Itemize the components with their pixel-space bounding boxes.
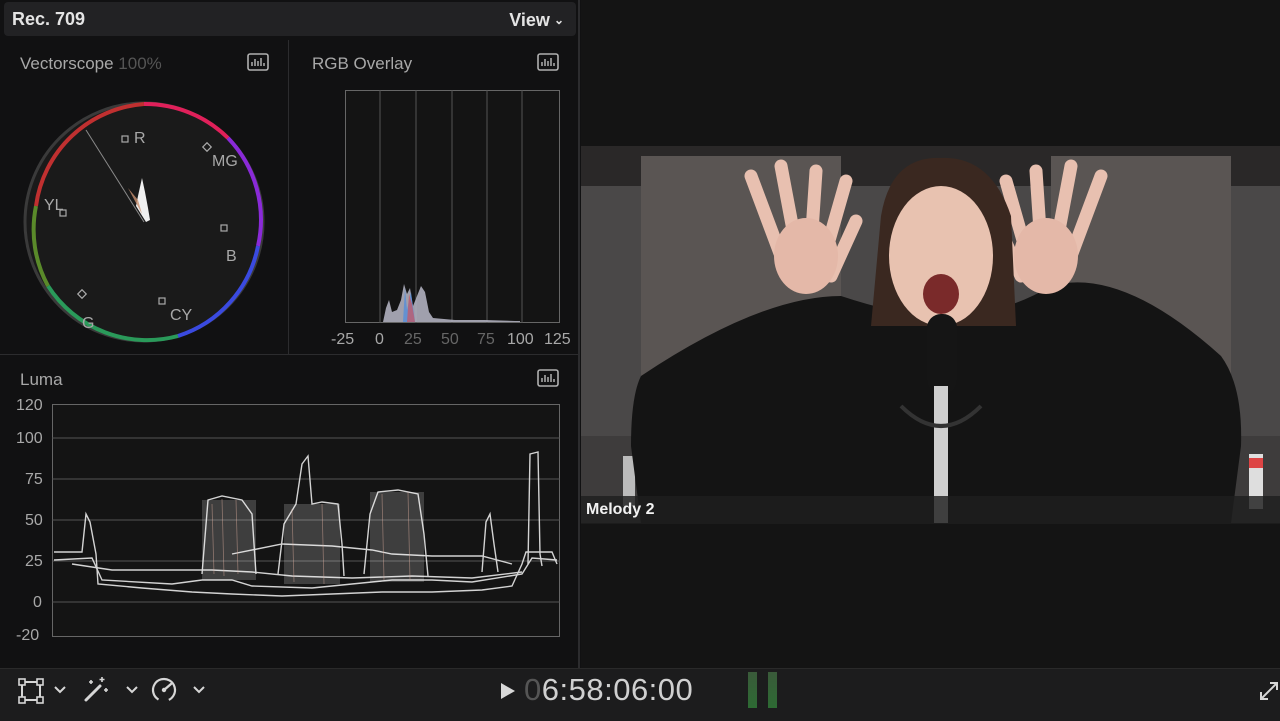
luma-y-tick: 100 — [16, 430, 43, 447]
magic-wand-icon[interactable] — [82, 674, 112, 704]
rgb-x-tick: 125 — [544, 331, 571, 348]
luma-y-tick: 25 — [25, 553, 43, 570]
chevron-down-icon[interactable] — [125, 684, 139, 696]
fullscreen-icon[interactable] — [1258, 680, 1280, 702]
luma-waveform — [52, 404, 560, 637]
vectorscope-target-g: G — [82, 315, 95, 332]
rgb-x-tick: 50 — [441, 331, 459, 348]
view-menu-button[interactable]: View ⌄ — [509, 10, 564, 31]
audio-meter-left — [748, 672, 757, 708]
chevron-down-icon[interactable] — [53, 684, 67, 696]
audio-meter-right — [768, 672, 777, 708]
crop-transform-icon[interactable] — [18, 678, 44, 704]
scope-divider-horizontal — [0, 354, 578, 355]
scope-divider — [288, 40, 289, 354]
vectorscope-target-cy: CY — [170, 307, 193, 324]
rgb-x-tick: 75 — [477, 331, 495, 348]
vectorscope-target-mg: MG — [212, 153, 238, 170]
rgb-x-tick: 0 — [375, 331, 384, 348]
luma-y-tick: 0 — [33, 594, 42, 611]
view-menu-label: View — [509, 10, 550, 30]
rgb-x-tick: 100 — [507, 331, 534, 348]
vectorscope-target-r: R — [134, 130, 146, 147]
luma-y-tick: 50 — [25, 512, 43, 529]
chevron-down-icon[interactable] — [192, 684, 206, 696]
rgb-x-tick: 25 — [404, 331, 422, 348]
play-icon[interactable] — [498, 680, 518, 702]
scope-settings-icon[interactable] — [537, 369, 559, 387]
luma-y-tick: -20 — [16, 627, 40, 644]
rgb-x-tick: -25 — [331, 331, 355, 348]
video-frame[interactable] — [581, 146, 1280, 523]
vectorscope-zoom: 100% — [118, 54, 162, 73]
vectorscope-target-yl: YL — [44, 197, 64, 214]
scope-settings-icon[interactable] — [247, 53, 269, 71]
timecode-leading-digit: 0 — [524, 672, 542, 707]
luma-y-tick: 120 — [16, 397, 43, 414]
panel-divider[interactable] — [578, 0, 580, 668]
vectorscope-target-b: B — [226, 248, 237, 265]
luma-title: Luma — [20, 370, 63, 389]
timecode-display[interactable]: 06:58:06:00 — [524, 672, 693, 708]
chevron-down-icon: ⌄ — [553, 13, 564, 27]
color-space-label: Rec. 709 — [12, 9, 86, 29]
vectorscope-title: Vectorscope 100% — [20, 54, 162, 73]
rgb-overlay-title: RGB Overlay — [312, 54, 413, 73]
scope-settings-icon[interactable] — [537, 53, 559, 71]
speedometer-icon[interactable] — [150, 676, 178, 704]
clip-name: Melody 2 — [586, 501, 655, 518]
scopes-header: Rec. 709 View ⌄ — [4, 2, 576, 36]
timecode-value: 6:58:06:00 — [541, 672, 694, 707]
rgb-overlay-histogram — [345, 90, 560, 323]
luma-y-tick: 75 — [25, 471, 43, 488]
clip-name-bar — [581, 496, 1280, 524]
